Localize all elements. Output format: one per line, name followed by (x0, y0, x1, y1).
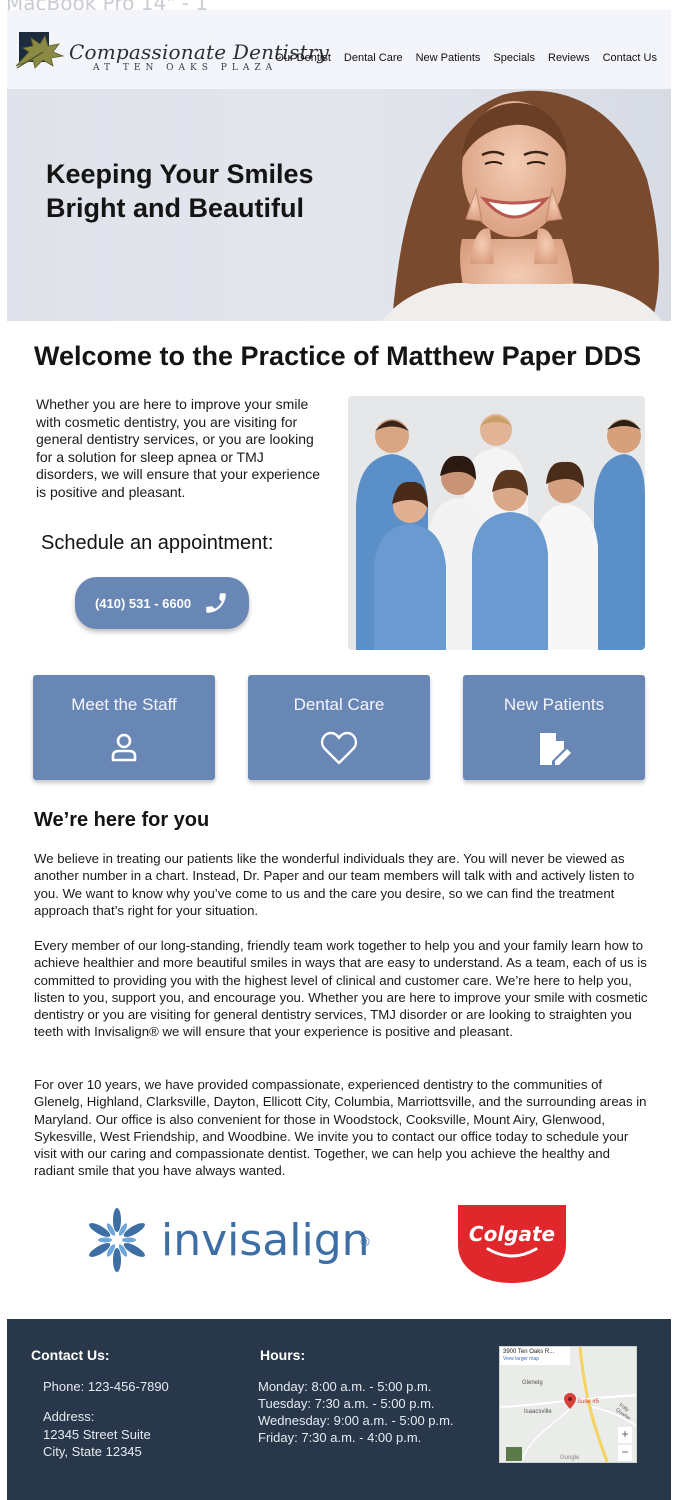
nav-contact-us[interactable]: Contact Us (603, 52, 657, 64)
map-town-isaacsville: Isaacsville (524, 1409, 552, 1415)
dental-care-card[interactable]: Dental Care (248, 675, 430, 780)
card-label: Meet the Staff (71, 695, 177, 714)
map-pin-label: Suite #5 (577, 1399, 600, 1405)
nav-reviews[interactable]: Reviews (548, 52, 590, 64)
section-title: We’re here for you (34, 809, 210, 831)
site-footer: Contact Us: Phone: 123-456-7890 Address:… (7, 1319, 671, 1500)
meet-the-staff-card[interactable]: Meet the Staff (33, 675, 215, 780)
person-icon (111, 733, 137, 762)
about-paragraph-2: Every member of our long-standing, frien… (34, 938, 648, 1040)
logo-tagline: AT TEN OAKS PLAZA (93, 63, 278, 73)
contact-title: Contact Us: (31, 1347, 110, 1363)
address-line-1: 12345 Street Suite (43, 1427, 151, 1442)
card-label: New Patients (503, 695, 605, 714)
hours-tuesday: Tuesday: 7:30 a.m. - 5:00 p.m. (258, 1396, 435, 1411)
map-place-name: 3900 Ten Oaks R... (503, 1349, 555, 1355)
heart-icon (320, 731, 358, 765)
hours-title: Hours: (260, 1347, 306, 1363)
zoom-in-button[interactable]: + (618, 1427, 632, 1443)
hours-friday: Friday: 7:30 a.m. - 4:00 p.m. (258, 1430, 422, 1445)
address-line-2: City, State 12345 (43, 1444, 142, 1459)
page: Compassionate Dentistry AT TEN OAKS PLAZ… (7, 10, 671, 1500)
smiling-woman-photo (382, 90, 662, 321)
oak-leaf-logo-icon[interactable] (13, 30, 65, 70)
invisalign-logo[interactable]: invisalign ® (81, 1204, 371, 1280)
map-pin-icon[interactable] (564, 1393, 576, 1409)
dental-team-photo (348, 396, 645, 650)
map-place-card[interactable]: 3900 Ten Oaks R... View larger map (500, 1347, 570, 1365)
main-nav: Our Dentist Dental Care New Patients Spe… (275, 52, 657, 64)
hero-title: Keeping Your Smiles Bright and Beautiful (46, 159, 314, 223)
schedule-label: Schedule an appointment: (41, 532, 274, 554)
nav-specials[interactable]: Specials (493, 52, 535, 64)
map-town-glenelg: Glenelg (522, 1380, 543, 1386)
address-label: Address: (43, 1409, 95, 1424)
new-patients-card[interactable]: New Patients (463, 675, 645, 780)
intro-text: Whether you are here to improve your smi… (36, 396, 321, 500)
welcome-title: Welcome to the Practice of Matthew Paper… (34, 341, 642, 371)
hero-banner: Keeping Your Smiles Bright and Beautiful (7, 89, 671, 321)
colgate-wordmark: Colgate (469, 1222, 555, 1246)
about-paragraph-3: For over 10 years, we have provided comp… (34, 1077, 647, 1179)
phone-number: (410) 531 - 6600 (94, 595, 192, 611)
nav-dental-care[interactable]: Dental Care (344, 52, 403, 64)
hours-monday: Monday: 8:00 a.m. - 5:00 p.m. (258, 1379, 432, 1394)
invisalign-wordmark: invisalign (161, 1215, 370, 1266)
about-paragraph-1: We believe in treating our patients like… (34, 851, 635, 918)
zoom-out-button[interactable]: − (618, 1445, 632, 1461)
phone-icon (206, 593, 226, 613)
hours-wednesday: Wednesday: 9:00 a.m. - 5:00 p.m. (258, 1413, 454, 1428)
call-phone-button[interactable]: (410) 531 - 6600 (75, 577, 249, 629)
invisalign-star-icon (89, 1208, 145, 1272)
map-attribution: Google (560, 1455, 580, 1461)
document-edit-icon (540, 733, 571, 765)
contact-phone[interactable]: Phone: 123-456-7890 (43, 1378, 169, 1395)
nav-our-dentist[interactable]: Our Dentist (275, 52, 331, 64)
colgate-logo[interactable]: Colgate (456, 1203, 568, 1285)
site-header: Compassionate Dentistry AT TEN OAKS PLAZ… (7, 10, 671, 89)
view-larger-map-link[interactable]: View larger map (503, 1356, 567, 1363)
registered-mark: ® (359, 1235, 371, 1249)
card-label: Dental Care (293, 695, 385, 714)
location-map[interactable]: 3900 Ten Oaks R... View larger map Glene… (499, 1346, 637, 1463)
nav-new-patients[interactable]: New Patients (416, 52, 481, 64)
